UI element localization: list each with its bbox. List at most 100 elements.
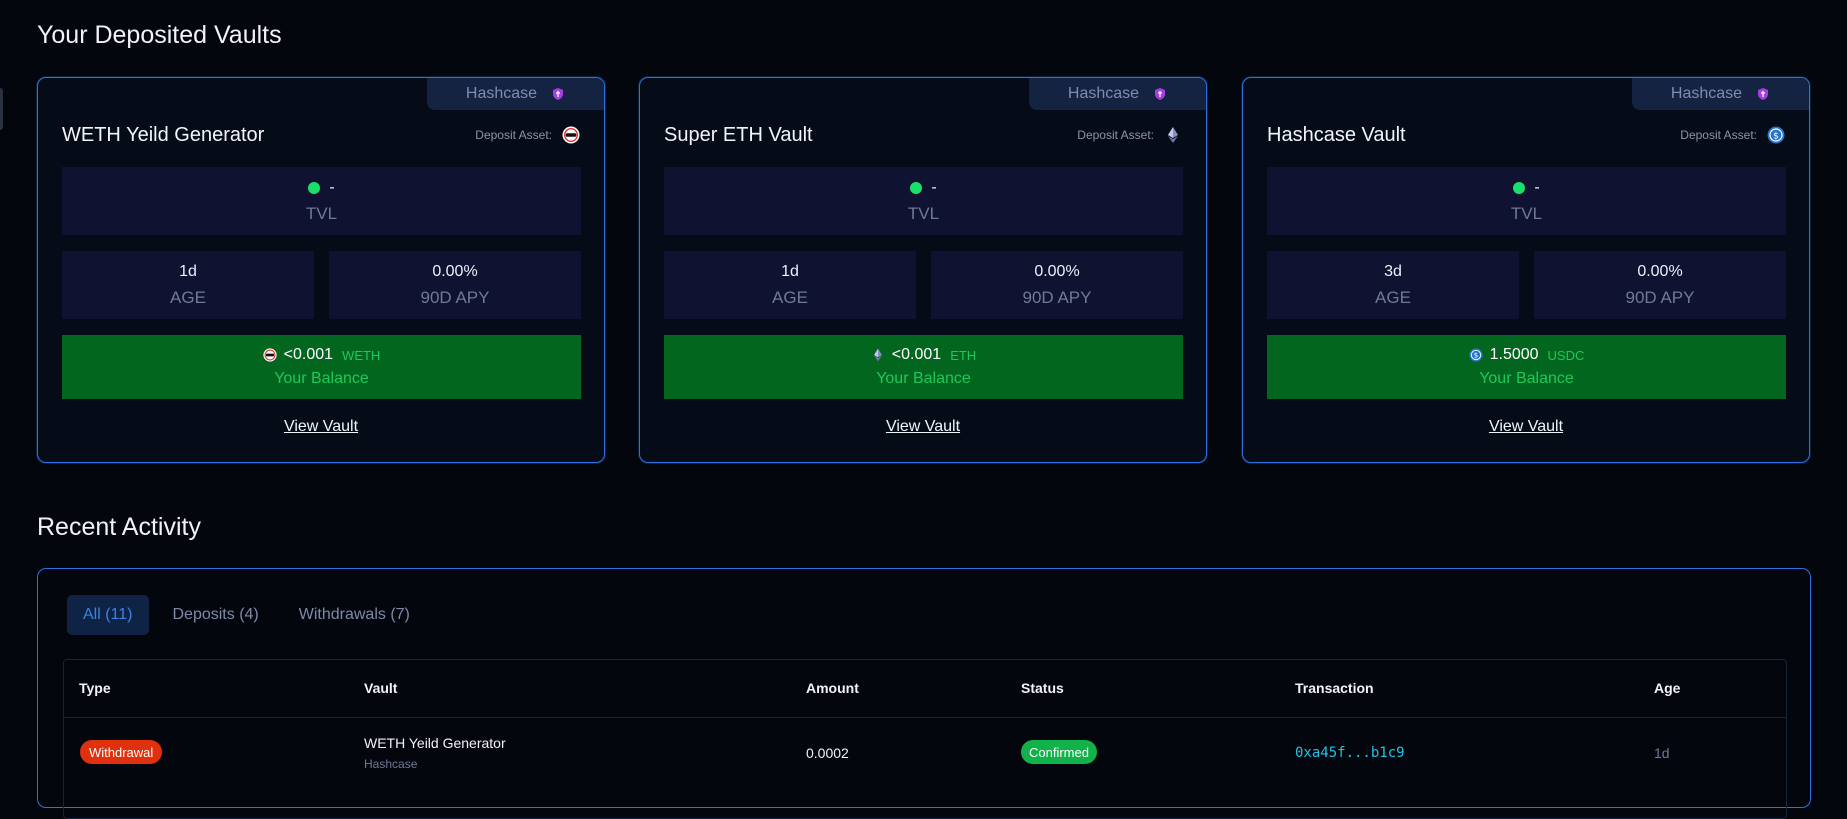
vault-card: Hashcase WETH Yeild Generator Deposit As… <box>37 77 605 463</box>
balance-label: Your Balance <box>876 370 971 387</box>
balance-amount: <0.001 <box>283 346 334 363</box>
vault-cell-name: WETH Yeild Generator <box>364 735 506 751</box>
status-badge: Confirmed <box>1021 740 1097 764</box>
apy-value: 0.00% <box>1637 262 1683 280</box>
type-badge: Withdrawal <box>80 740 163 764</box>
tvl-label: TVL <box>907 203 940 223</box>
provider-tag: Hashcase <box>427 78 604 110</box>
eth-icon <box>873 348 882 362</box>
deposit-asset-label: Deposit Asset: <box>1077 128 1154 142</box>
vault-cards: Hashcase WETH Yeild Generator Deposit As… <box>37 77 1811 465</box>
provider-tag: Hashcase <box>1632 78 1809 110</box>
transaction-link[interactable]: 0xa45f...b1c9 <box>1295 745 1405 761</box>
balance-label: Your Balance <box>1479 370 1574 387</box>
tvl-value: - <box>1534 178 1540 196</box>
view-vault-link[interactable]: View Vault <box>640 418 1206 436</box>
balance-label: Your Balance <box>274 370 369 387</box>
deposit-asset: Deposit Asset: $ <box>1680 126 1785 144</box>
amount-cell: 0.0002 <box>806 745 849 761</box>
age-value: 1d <box>179 262 197 280</box>
tvl-label: TVL <box>1510 203 1543 223</box>
age-box: 1d AGE <box>62 251 314 319</box>
apy-value: 0.00% <box>432 262 478 280</box>
apy-label: 90D APY <box>1625 287 1695 307</box>
weth-icon <box>263 348 277 362</box>
balance-amount: <0.001 <box>891 346 942 363</box>
balance-symbol: ETH <box>950 347 977 363</box>
tab-all[interactable]: All (11) <box>67 595 149 635</box>
shield-icon <box>553 88 564 100</box>
balance-symbol: WETH <box>342 347 381 363</box>
apy-box: 0.00% 90D APY <box>1534 251 1786 319</box>
tab-withdrawals[interactable]: Withdrawals (7) <box>283 595 426 635</box>
age-value: 3d <box>1384 262 1402 280</box>
tvl-box: - TVL <box>62 167 581 235</box>
view-vault-link[interactable]: View Vault <box>1243 418 1809 436</box>
apy-box: 0.00% 90D APY <box>329 251 581 319</box>
apy-label: 90D APY <box>420 287 490 307</box>
vault-name: Hashcase Vault <box>1267 124 1406 146</box>
page: Your Deposited Vaults Hashcase WETH Yeil… <box>0 0 1847 819</box>
provider-tag: Hashcase <box>1029 78 1206 110</box>
eth-icon <box>1168 127 1178 143</box>
shield-icon <box>1155 88 1166 100</box>
provider-label: Hashcase <box>1670 85 1743 102</box>
tvl-box: - TVL <box>664 167 1183 235</box>
vault-cell: WETH Yeild Generator Hashcase <box>364 735 506 771</box>
shield-icon <box>1758 88 1769 100</box>
view-vault-link[interactable]: View Vault <box>38 418 604 436</box>
provider-label: Hashcase <box>1067 85 1140 102</box>
age-label: AGE <box>772 287 808 307</box>
side-panel-handle[interactable] <box>0 88 3 130</box>
balance-amount: 1.5000 <box>1489 346 1539 363</box>
deposit-asset-label: Deposit Asset: <box>475 128 552 142</box>
age-box: 1d AGE <box>664 251 916 319</box>
vault-name: WETH Yeild Generator <box>62 124 265 146</box>
deposit-asset: Deposit Asset: <box>1077 126 1182 144</box>
vault-name: Super ETH Vault <box>664 124 813 146</box>
age-cell: 1d <box>1654 745 1670 761</box>
vault-card: Hashcase Super ETH Vault Deposit Asset: … <box>639 77 1207 463</box>
apy-box: 0.00% 90D APY <box>931 251 1183 319</box>
column-header-age: Age <box>1654 680 1681 696</box>
balance-symbol: USDC <box>1547 347 1585 363</box>
column-header-type: Type <box>79 680 111 696</box>
deposit-asset-label: Deposit Asset: <box>1680 128 1757 142</box>
column-header-status: Status <box>1021 680 1064 696</box>
column-header-vault: Vault <box>364 680 398 696</box>
svg-text:$: $ <box>1473 352 1477 360</box>
tvl-box: - TVL <box>1267 167 1786 235</box>
tab-deposits[interactable]: Deposits (4) <box>157 595 275 635</box>
usdc-icon: $ <box>1767 126 1785 144</box>
balance-box: <0.001 WETH Your Balance <box>62 335 581 399</box>
column-header-transaction: Transaction <box>1295 680 1374 696</box>
activity-tabs: All (11) Deposits (4) Withdrawals (7) <box>67 595 426 635</box>
age-label: AGE <box>170 287 206 307</box>
age-label: AGE <box>1375 287 1411 307</box>
provider-label: Hashcase <box>465 85 538 102</box>
status-dot <box>1513 181 1526 194</box>
activity-table: Type Vault Amount Status Transaction Age… <box>63 659 1787 819</box>
balance-box: <0.001 ETH Your Balance <box>664 335 1183 399</box>
tvl-value: - <box>329 178 335 196</box>
status-dot <box>308 181 321 194</box>
deposit-asset: Deposit Asset: <box>475 126 580 144</box>
apy-value: 0.00% <box>1034 262 1080 280</box>
status-dot <box>910 181 923 194</box>
age-value: 1d <box>781 262 799 280</box>
table-header: Type Vault Amount Status Transaction Age <box>64 660 1786 718</box>
usdc-icon: $ <box>1468 348 1483 362</box>
tvl-label: TVL <box>305 203 338 223</box>
apy-label: 90D APY <box>1022 287 1092 307</box>
table-row: Withdrawal WETH Yeild Generator Hashcase… <box>64 718 1786 792</box>
svg-text:$: $ <box>1773 132 1779 142</box>
activity-panel: All (11) Deposits (4) Withdrawals (7) Ty… <box>37 568 1811 819</box>
vault-card: Hashcase Hashcase Vault Deposit Asset: $… <box>1242 77 1810 463</box>
age-box: 3d AGE <box>1267 251 1519 319</box>
balance-box: $ 1.5000 USDC Your Balance <box>1267 335 1786 399</box>
weth-icon <box>562 126 580 144</box>
deposited-vaults-title: Your Deposited Vaults <box>37 21 282 49</box>
column-header-amount: Amount <box>806 680 859 696</box>
tvl-value: - <box>931 178 937 196</box>
vault-cell-provider: Hashcase <box>364 757 418 771</box>
